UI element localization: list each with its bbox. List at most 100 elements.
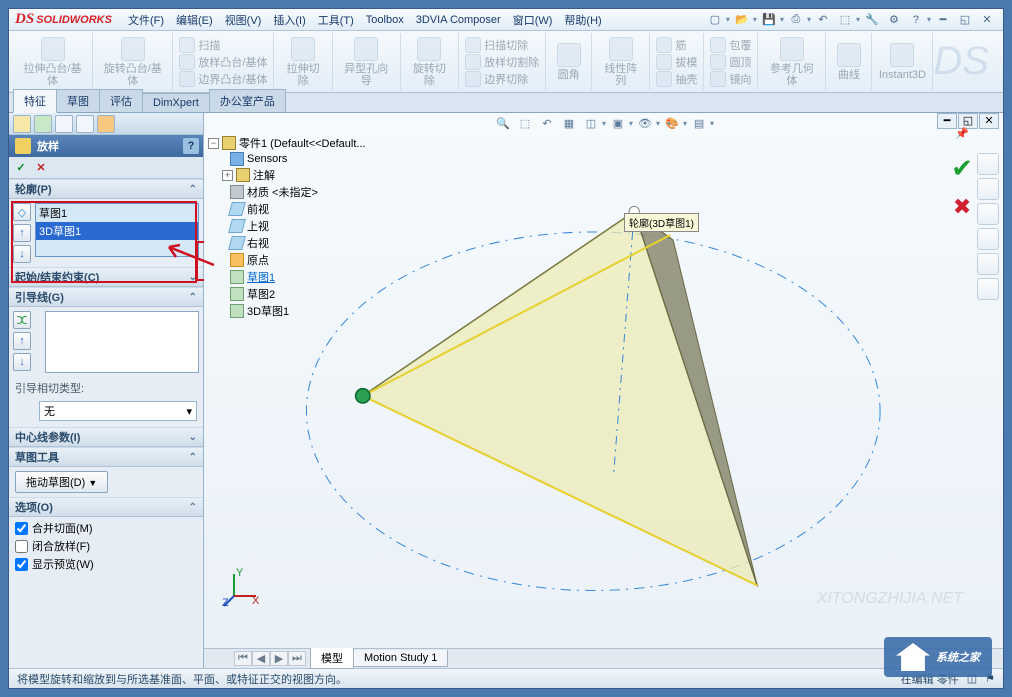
cut-loft-button[interactable]: 放样切割除 bbox=[465, 54, 539, 70]
instant3d-button[interactable]: Instant3D bbox=[875, 41, 930, 83]
tab-features[interactable]: 特征 bbox=[13, 89, 57, 113]
section-centerline-header[interactable]: 中心线参数(I)⌄ bbox=[9, 427, 203, 447]
cut-extrude-button[interactable]: 拉伸切除 bbox=[280, 35, 325, 89]
taskpane-view-icon[interactable] bbox=[977, 228, 999, 250]
dimxpert-manager-tab-icon[interactable] bbox=[76, 115, 94, 133]
tree-sketch2[interactable]: 草图2 bbox=[247, 286, 275, 302]
profile-item-2[interactable]: 3D草图1 bbox=[36, 222, 198, 240]
fillet-button[interactable]: 圆角 bbox=[553, 41, 585, 83]
profiles-listbox[interactable]: 草图1 3D草图1 bbox=[35, 203, 199, 257]
section-view-icon[interactable]: ▦ bbox=[559, 114, 579, 132]
show-preview-checkbox[interactable]: 显示预览(W) bbox=[15, 556, 197, 572]
section-profiles-header[interactable]: 轮廓(P)⌃ bbox=[9, 179, 203, 199]
pm-help-button[interactable]: ? bbox=[183, 138, 199, 154]
graphics-area[interactable]: ━ ◱ ✕ 🔍 ⬚ ↶ ▦ ◫▾ ▣▾ 👁▾ 🎨▾ ▤▾ −零件1 (Defau… bbox=[204, 113, 1003, 668]
sweep-button[interactable]: 扫描 bbox=[179, 37, 267, 53]
pm-cancel-button[interactable]: ✕ bbox=[33, 160, 49, 176]
dome-button[interactable]: 圆顶 bbox=[710, 54, 751, 70]
taskpane-library-icon[interactable] bbox=[977, 178, 999, 200]
profile-move-up-button[interactable]: ↑ bbox=[13, 224, 31, 242]
guide-tangent-select[interactable]: 无▾ bbox=[39, 401, 197, 421]
qat-select-icon[interactable]: ⬚ bbox=[835, 11, 855, 29]
tree-3dsketch1[interactable]: 3D草图1 bbox=[247, 303, 289, 319]
tree-annotations[interactable]: 注解 bbox=[253, 167, 275, 183]
qat-new-icon[interactable]: ▢ bbox=[705, 11, 725, 29]
bottom-tab-model[interactable]: 模型 bbox=[310, 648, 354, 669]
menu-composer[interactable]: 3DVIA Composer bbox=[410, 12, 507, 28]
linear-pattern-button[interactable]: 线性阵列 bbox=[598, 35, 643, 89]
tree-sensors[interactable]: Sensors bbox=[247, 153, 287, 165]
flyout-feature-tree[interactable]: − 零件1 (Default<<Default... Sensors + 注解 材质… bbox=[208, 135, 408, 320]
qat-rebuild-icon[interactable]: 🔧 bbox=[862, 11, 882, 29]
tree-right-plane[interactable]: 右视 bbox=[247, 235, 269, 251]
tree-root-label[interactable]: 零件1 (Default<<Default... bbox=[239, 135, 366, 151]
display-manager-tab-icon[interactable] bbox=[97, 115, 115, 133]
guide-move-down-button[interactable]: ↓ bbox=[13, 353, 31, 371]
taskpane-appearance-icon[interactable] bbox=[977, 253, 999, 275]
tab-evaluate[interactable]: 评估 bbox=[99, 89, 143, 112]
section-options-header[interactable]: 选项(O)⌃ bbox=[9, 497, 203, 517]
display-style-icon[interactable]: ▣ bbox=[608, 114, 628, 132]
hide-show-icon[interactable]: 👁 bbox=[635, 114, 655, 132]
qat-search-icon[interactable]: ? bbox=[906, 11, 926, 29]
appearance-icon[interactable]: 🎨 bbox=[662, 114, 682, 132]
profile-move-down-button[interactable]: ↓ bbox=[13, 245, 31, 263]
tree-expand-icon[interactable]: + bbox=[222, 170, 233, 181]
menu-edit[interactable]: 编辑(E) bbox=[170, 10, 219, 30]
window-close-button[interactable]: ✕ bbox=[977, 11, 997, 29]
boundary-boss-button[interactable]: 边界凸台/基体 bbox=[179, 71, 267, 87]
menu-toolbox[interactable]: Toolbox bbox=[360, 12, 410, 28]
section-startend-header[interactable]: 起始/结束约束(C)⌄ bbox=[9, 267, 203, 287]
qat-open-icon[interactable]: 📂 bbox=[732, 11, 752, 29]
cut-revolve-button[interactable]: 旋转切除 bbox=[407, 35, 452, 89]
reference-geometry-button[interactable]: 参考几何体 bbox=[764, 35, 819, 89]
taskpane-custom-icon[interactable] bbox=[977, 278, 999, 300]
menu-view[interactable]: 视图(V) bbox=[219, 10, 268, 30]
tree-sketch1[interactable]: 草图1 bbox=[247, 269, 275, 285]
tab-nav-prev-icon[interactable]: ◀ bbox=[252, 651, 270, 666]
tree-front-plane[interactable]: 前视 bbox=[247, 201, 269, 217]
cut-sweep-button[interactable]: 扫描切除 bbox=[465, 37, 539, 53]
tree-collapse-icon[interactable]: − bbox=[208, 138, 219, 149]
drag-sketch-button[interactable]: 拖动草图(D) ▼ bbox=[15, 471, 108, 493]
tab-nav-next-icon[interactable]: ▶ bbox=[270, 651, 288, 666]
profile-diamond-icon[interactable]: ◇ bbox=[13, 203, 31, 221]
rib-button[interactable]: 筋 bbox=[656, 37, 697, 53]
guides-listbox[interactable] bbox=[45, 311, 199, 373]
taskpane-resources-icon[interactable] bbox=[977, 153, 999, 175]
curves-button[interactable]: 曲线 bbox=[833, 41, 865, 83]
guide-move-up-button[interactable]: ↑ bbox=[13, 332, 31, 350]
bottom-tab-motion[interactable]: Motion Study 1 bbox=[353, 650, 448, 667]
menu-help[interactable]: 帮助(H) bbox=[558, 10, 607, 30]
merge-tangent-checkbox[interactable]: 合并切面(M) bbox=[15, 520, 197, 536]
zoom-fit-icon[interactable]: 🔍 bbox=[493, 114, 513, 132]
taskpane-explorer-icon[interactable] bbox=[977, 203, 999, 225]
confirm-cancel-icon[interactable]: ✖ bbox=[953, 194, 971, 220]
qat-save-icon[interactable]: 💾 bbox=[759, 11, 779, 29]
guide-curve-icon[interactable]: ⵋ bbox=[13, 311, 31, 329]
hole-wizard-button[interactable]: 异型孔向导 bbox=[339, 35, 394, 89]
orientation-triad[interactable]: Y X Z bbox=[222, 568, 262, 608]
scene-icon[interactable]: ▤ bbox=[689, 114, 709, 132]
menu-tools[interactable]: 工具(T) bbox=[312, 10, 360, 30]
loft-boss-button[interactable]: 放样凸台/基体 bbox=[179, 54, 267, 70]
tree-material[interactable]: 材质 <未指定> bbox=[247, 184, 318, 200]
menu-insert[interactable]: 插入(I) bbox=[267, 10, 311, 30]
window-minimize-button[interactable]: ━ bbox=[933, 11, 953, 29]
closed-loft-checkbox[interactable]: 闭合放样(F) bbox=[15, 538, 197, 554]
qat-print-icon[interactable]: ⎙ bbox=[786, 11, 806, 29]
tab-nav-first-icon[interactable]: ⏮ bbox=[234, 651, 252, 666]
qat-options-icon[interactable]: ⚙ bbox=[884, 11, 904, 29]
feature-manager-tab-icon[interactable] bbox=[13, 115, 31, 133]
config-manager-tab-icon[interactable] bbox=[55, 115, 73, 133]
profile-item-1[interactable]: 草图1 bbox=[36, 204, 198, 222]
tab-dimxpert[interactable]: DimXpert bbox=[142, 93, 210, 112]
revolve-boss-button[interactable]: 旋转凸台/基体 bbox=[99, 35, 166, 89]
section-guides-header[interactable]: 引导线(G)⌃ bbox=[9, 287, 203, 307]
tab-office[interactable]: 办公室产品 bbox=[209, 89, 286, 112]
menu-window[interactable]: 窗口(W) bbox=[507, 10, 559, 30]
qat-undo-icon[interactable]: ↶ bbox=[813, 11, 833, 29]
property-manager-tab-icon[interactable] bbox=[34, 115, 52, 133]
menu-file[interactable]: 文件(F) bbox=[122, 10, 170, 30]
zoom-area-icon[interactable]: ⬚ bbox=[515, 114, 535, 132]
